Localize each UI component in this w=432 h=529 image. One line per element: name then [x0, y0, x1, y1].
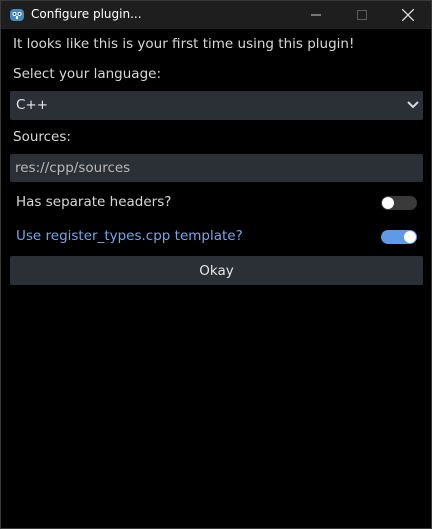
register-types-label: Use register_types.cpp template?: [16, 228, 243, 244]
separate-headers-label: Has separate headers?: [16, 194, 172, 210]
title-bar[interactable]: Configure plugin...: [1, 1, 431, 29]
language-select[interactable]: C++: [10, 91, 423, 120]
godot-icon: [10, 9, 24, 21]
maximize-button[interactable]: [339, 1, 385, 29]
separate-headers-toggle[interactable]: [381, 196, 417, 210]
toggle-knob: [382, 197, 394, 209]
dialog-window: Configure plugin... It looks like this i…: [0, 0, 432, 529]
register-types-toggle[interactable]: [381, 230, 417, 244]
minimize-button[interactable]: [293, 1, 339, 29]
language-value: C++: [16, 97, 49, 113]
maximize-icon: [357, 10, 367, 20]
close-button[interactable]: [385, 1, 431, 29]
toggle-knob: [404, 231, 416, 243]
window-title: Configure plugin...: [31, 7, 142, 21]
chevron-down-icon: [407, 101, 419, 109]
okay-button[interactable]: Okay: [10, 256, 423, 285]
intro-text: It looks like this is your first time us…: [13, 36, 355, 52]
language-label: Select your language:: [13, 66, 161, 82]
sources-value: res://cpp/sources: [15, 160, 131, 176]
close-icon: [402, 9, 414, 21]
minimize-icon: [311, 14, 321, 16]
sources-input[interactable]: res://cpp/sources: [10, 154, 423, 182]
sources-label: Sources:: [13, 129, 71, 145]
